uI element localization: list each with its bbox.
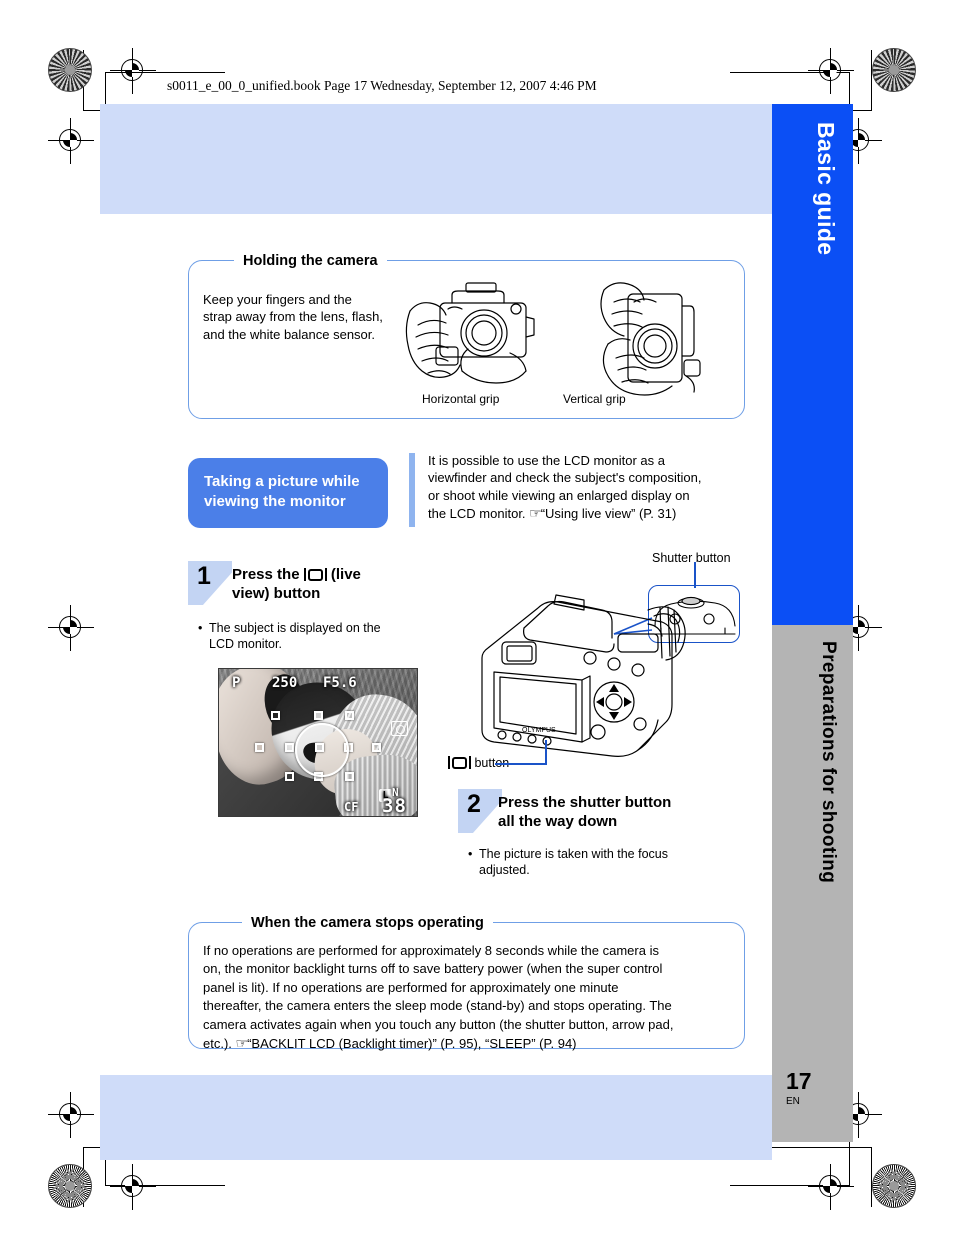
registration-mark — [110, 48, 156, 94]
section-intro: It is possible to use the LCD monitor as… — [428, 452, 758, 523]
crop-line — [871, 50, 872, 110]
page-tint-band-bottom — [100, 1075, 772, 1160]
rosette-target-mark — [48, 1164, 92, 1208]
af-point — [345, 772, 354, 781]
step-2-bullet-line1: The picture is taken with the focus — [479, 847, 668, 861]
camera-stops-operating-title: When the camera stops operating — [242, 915, 493, 931]
stops-panel-reference: “BACKLIT LCD (Backlight timer)” (P. 95),… — [247, 1036, 577, 1052]
stops-panel-line: etc.). ☞“BACKLIT LCD (Backlight timer)” … — [203, 1034, 735, 1054]
section-intro-reference: “Using live view” (P. 31) — [540, 506, 677, 522]
step-title-suffix: (live — [326, 566, 361, 583]
holding-the-camera-title: Holding the camera — [234, 253, 387, 269]
lcd-aperture: F5.6 — [323, 675, 357, 691]
sidebar-tab-basic-guide[interactable]: Basic guide — [772, 104, 853, 625]
section-intro-line: It is possible to use the LCD monitor as… — [428, 453, 666, 468]
af-point — [271, 711, 280, 720]
section-intro-line: viewfinder and check the subject's compo… — [428, 470, 702, 486]
stops-panel-line: panel is lit). If no operations are perf… — [203, 979, 619, 995]
crop-line — [871, 1147, 872, 1207]
bullet-marker: • — [468, 847, 473, 861]
live-view-leader-line — [495, 763, 547, 765]
pointing-hand-icon: ☞ — [235, 1035, 249, 1052]
stops-panel-line: camera activates again when you touch an… — [203, 1016, 674, 1032]
rosette-target-mark — [48, 48, 92, 92]
section-accent-bar — [409, 453, 415, 527]
page-tint-band-top — [100, 104, 772, 214]
camera-stops-operating-body: If no operations are performed for appro… — [203, 942, 735, 1054]
step-title: Press the shutter button all the way dow… — [498, 794, 671, 832]
live-view-screenshot: P 250 F5.6 LN CF 38 — [218, 668, 418, 817]
live-view-button-icon — [303, 568, 327, 581]
stops-panel-line: thereafter, the camera enters the sleep … — [203, 998, 672, 1014]
registration-mark — [808, 1164, 854, 1210]
step-title: Press the (live view) button — [232, 566, 361, 604]
registration-mark — [808, 48, 854, 94]
page-number: 17 — [786, 1068, 812, 1094]
af-point — [314, 711, 323, 720]
step-1-bullet: • The subject is displayed on the LCD mo… — [198, 620, 413, 653]
registration-mark — [48, 118, 94, 164]
vertical-grip-illustration — [600, 282, 701, 396]
step-title-line2: all the way down — [498, 812, 618, 830]
section-callout-title: Taking a picture while viewing the monit… — [188, 458, 388, 528]
af-point — [372, 743, 381, 752]
lcd-card: CF — [344, 800, 359, 814]
horizontal-grip-illustration — [405, 282, 535, 384]
af-point — [345, 711, 354, 720]
shutter-button-label: Shutter button — [652, 551, 731, 565]
sidebar-tab-preparations-for-shooting[interactable]: Preparations for shooting — [772, 625, 853, 1142]
step-title-line2: view) button — [232, 584, 321, 602]
af-point — [285, 743, 294, 752]
pointing-hand-icon: ☞ — [529, 505, 542, 522]
step-1-bullet-line1: The subject is displayed on the — [209, 621, 381, 635]
step-2: 2 Press the shutter button all the way d… — [458, 789, 728, 839]
af-point — [285, 772, 294, 781]
bullet-marker: • — [198, 621, 203, 635]
rosette-target-mark — [872, 1164, 916, 1208]
section-intro-line: or shoot while viewing an enlarged displ… — [428, 487, 690, 503]
metering-mode-icon — [391, 721, 408, 736]
sidebar-tab-label: Basic guide — [813, 122, 839, 256]
camera-back-illustration: OLYMPUS — [481, 594, 686, 757]
header-rule — [105, 72, 225, 73]
stops-panel-line6-prefix: etc.). — [203, 1036, 236, 1052]
page-footer: 17 EN — [786, 1068, 846, 1108]
holding-the-camera-body: Keep your fingers and the strap away fro… — [203, 292, 383, 342]
step-1: 1 Press the (live view) button — [188, 561, 428, 611]
registration-mark — [48, 605, 94, 651]
stops-panel-line: on, the monitor backlight turns off to s… — [203, 961, 663, 977]
af-point — [255, 743, 264, 752]
step-2-bullet-line2: adjusted. — [479, 863, 530, 878]
spot-metering-circle — [295, 723, 349, 777]
live-view-button-icon — [448, 756, 471, 769]
step-number: 2 — [467, 790, 481, 818]
lcd-frames-remaining: 38 — [382, 795, 407, 817]
book-header-line: s0011_e_00_0_unified.book Page 17 Wednes… — [167, 78, 597, 93]
step-number: 1 — [197, 562, 211, 590]
step-title-line1: Press the shutter button — [498, 794, 672, 811]
lcd-shutter-speed: 250 — [272, 675, 298, 691]
sidebar-tab-label: Preparations for shooting — [818, 641, 839, 884]
stops-panel-line: If no operations are performed for appro… — [203, 943, 659, 958]
step-title-prefix: Press the — [232, 566, 304, 583]
lcd-mode: P — [232, 675, 241, 691]
vertical-grip-caption: Vertical grip — [563, 392, 626, 406]
step-1-bullet-line2: LCD monitor. — [209, 637, 282, 652]
step-2-bullet: • The picture is taken with the focus ad… — [468, 846, 708, 879]
registration-mark — [110, 1164, 156, 1210]
page-language-code: EN — [786, 1096, 800, 1107]
horizontal-grip-caption: Horizontal grip — [422, 392, 500, 406]
section-intro-line: the LCD monitor. ☞“Using live view” (P. … — [428, 504, 758, 523]
registration-mark — [48, 1092, 94, 1138]
svg-text:OLYMPUS: OLYMPUS — [522, 727, 556, 734]
rosette-target-mark — [872, 48, 916, 92]
live-view-leader-line — [545, 740, 547, 765]
section-intro-line-prefix: the LCD monitor. — [428, 506, 530, 522]
